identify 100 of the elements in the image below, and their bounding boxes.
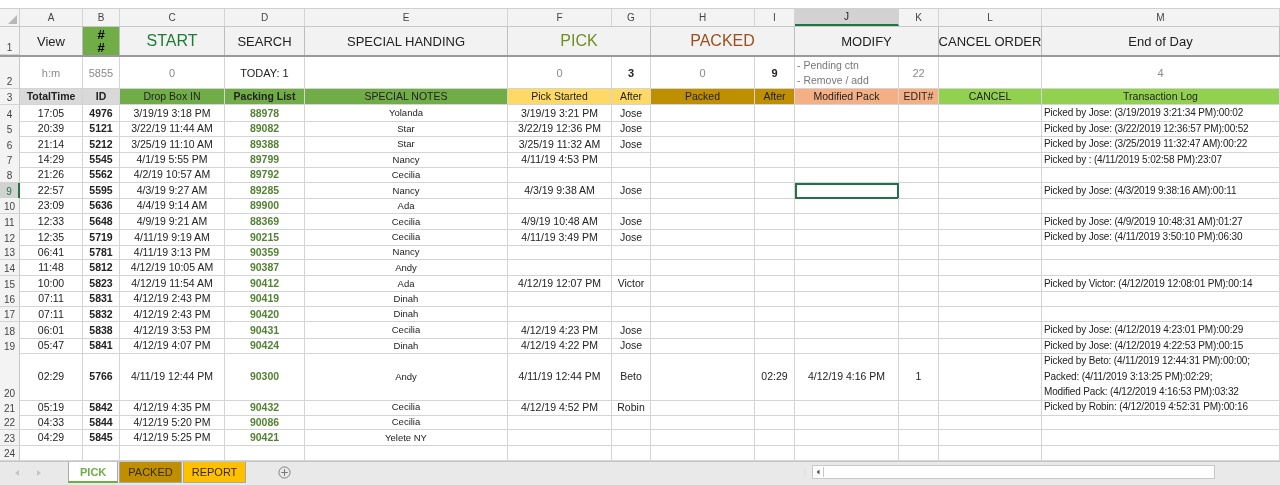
empty-cell[interactable]	[795, 306, 899, 322]
empty-cell[interactable]	[899, 136, 939, 153]
row-number[interactable]: 4	[0, 105, 20, 122]
column-header[interactable]: G	[612, 9, 651, 26]
empty-cell[interactable]	[939, 414, 1042, 430]
empty-cell[interactable]	[651, 151, 755, 168]
empty-cell[interactable]	[755, 430, 795, 446]
empty-cell[interactable]	[939, 136, 1042, 153]
empty-cell[interactable]	[939, 198, 1042, 214]
empty-cell[interactable]	[651, 136, 755, 153]
empty-cell[interactable]	[651, 120, 755, 137]
column-header[interactable]: H	[651, 9, 755, 26]
empty-cell[interactable]	[795, 337, 899, 354]
empty-cell[interactable]	[508, 244, 612, 260]
column-header[interactable]: F	[508, 9, 612, 26]
column-header[interactable]: C	[120, 9, 225, 26]
empty-cell[interactable]	[651, 399, 755, 416]
empty-cell[interactable]	[939, 151, 1042, 168]
empty-cell[interactable]	[612, 151, 651, 168]
column-header[interactable]: A	[20, 9, 83, 26]
empty-cell[interactable]	[651, 275, 755, 292]
empty-cell[interactable]	[651, 229, 755, 246]
empty-cell[interactable]	[651, 291, 755, 307]
row-number[interactable]: 3	[0, 89, 20, 105]
empty-cell[interactable]	[795, 260, 899, 276]
empty-cell[interactable]	[795, 167, 899, 183]
empty-cell[interactable]	[939, 275, 1042, 292]
empty-cell[interactable]	[612, 198, 651, 214]
empty-cell[interactable]	[651, 353, 755, 401]
section-header[interactable]: End of Day	[1042, 27, 1280, 55]
empty-cell[interactable]	[939, 105, 1042, 122]
empty-cell[interactable]	[755, 136, 795, 153]
empty-cell[interactable]	[755, 414, 795, 430]
empty-cell[interactable]	[899, 399, 939, 416]
empty-cell[interactable]	[1042, 291, 1280, 307]
empty-cell[interactable]	[651, 322, 755, 339]
empty-cell[interactable]	[795, 136, 899, 153]
empty-cell[interactable]	[1042, 244, 1280, 260]
empty-cell[interactable]	[651, 167, 755, 183]
empty-cell[interactable]	[612, 244, 651, 260]
horizontal-scrollbar[interactable]	[812, 465, 1215, 479]
section-header[interactable]: View	[20, 27, 83, 55]
empty-cell[interactable]	[899, 229, 939, 246]
section-header[interactable]: CANCEL ORDER	[939, 27, 1042, 55]
row-number[interactable]: 16	[0, 291, 20, 307]
empty-cell[interactable]	[939, 244, 1042, 260]
empty-cell[interactable]	[612, 306, 651, 322]
empty-cell[interactable]	[939, 120, 1042, 137]
sheet-tab[interactable]: REPORT	[182, 462, 247, 483]
empty-cell[interactable]	[899, 120, 939, 137]
empty-cell[interactable]	[612, 260, 651, 276]
empty-cell[interactable]	[939, 430, 1042, 446]
empty-cell[interactable]	[508, 291, 612, 307]
empty-cell[interactable]	[899, 213, 939, 230]
row-number[interactable]: 12	[0, 229, 20, 246]
empty-cell[interactable]	[755, 182, 795, 199]
empty-cell[interactable]	[899, 306, 939, 322]
row-number[interactable]: 10	[0, 198, 20, 214]
empty-cell[interactable]	[755, 198, 795, 214]
empty-cell[interactable]	[899, 337, 939, 354]
empty-cell[interactable]	[651, 337, 755, 354]
empty-cell[interactable]	[651, 182, 755, 199]
empty-cell[interactable]	[651, 213, 755, 230]
column-header[interactable]: L	[939, 9, 1042, 26]
row-number[interactable]: 1	[0, 27, 20, 55]
empty-cell[interactable]	[939, 306, 1042, 322]
column-header[interactable]: J	[795, 9, 899, 26]
empty-cell[interactable]	[1042, 198, 1280, 214]
empty-cell[interactable]	[755, 275, 795, 292]
empty-cell[interactable]	[755, 229, 795, 246]
empty-cell[interactable]	[1042, 167, 1280, 183]
empty-cell[interactable]	[1042, 430, 1280, 446]
empty-cell[interactable]	[795, 198, 899, 214]
empty-cell[interactable]	[755, 167, 795, 183]
section-header[interactable]: SEARCH	[225, 27, 305, 55]
empty-cell[interactable]	[939, 322, 1042, 339]
empty-cell[interactable]	[755, 151, 795, 168]
empty-cell[interactable]	[939, 353, 1042, 401]
empty-cell[interactable]	[899, 151, 939, 168]
empty-cell[interactable]	[899, 167, 939, 183]
empty-cell[interactable]	[939, 337, 1042, 354]
section-header[interactable]: START	[120, 27, 225, 55]
column-header[interactable]: D	[225, 9, 305, 26]
section-header[interactable]: SPECIAL HANDING	[305, 27, 508, 55]
empty-cell[interactable]	[755, 306, 795, 322]
empty-cell[interactable]	[795, 430, 899, 446]
empty-cell[interactable]	[795, 275, 899, 292]
row-number[interactable]: 8	[0, 167, 20, 183]
empty-cell[interactable]	[795, 120, 899, 137]
empty-cell[interactable]	[795, 151, 899, 168]
empty-cell[interactable]	[755, 337, 795, 354]
empty-cell[interactable]	[651, 105, 755, 122]
empty-cell[interactable]	[1042, 260, 1280, 276]
empty-cell[interactable]	[508, 198, 612, 214]
empty-cell[interactable]	[899, 182, 939, 199]
empty-cell[interactable]	[755, 213, 795, 230]
empty-cell[interactable]	[899, 291, 939, 307]
empty-cell[interactable]	[651, 198, 755, 214]
empty-cell[interactable]	[651, 244, 755, 260]
empty-cell[interactable]	[651, 260, 755, 276]
